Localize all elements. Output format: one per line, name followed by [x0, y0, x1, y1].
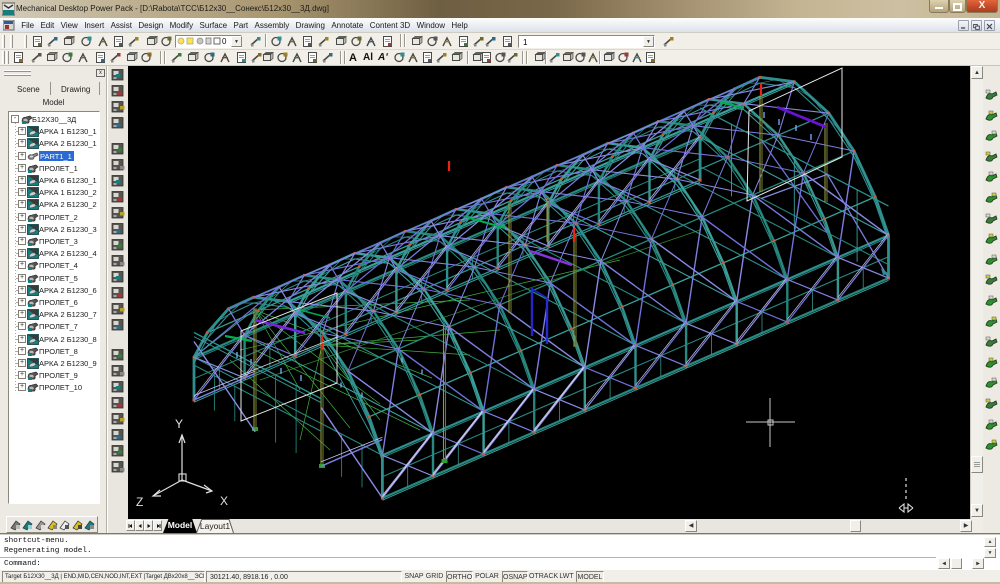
svg-text:Y: Y [175, 417, 183, 431]
svg-text:Z: Z [136, 495, 143, 509]
svg-text:X: X [220, 494, 228, 508]
